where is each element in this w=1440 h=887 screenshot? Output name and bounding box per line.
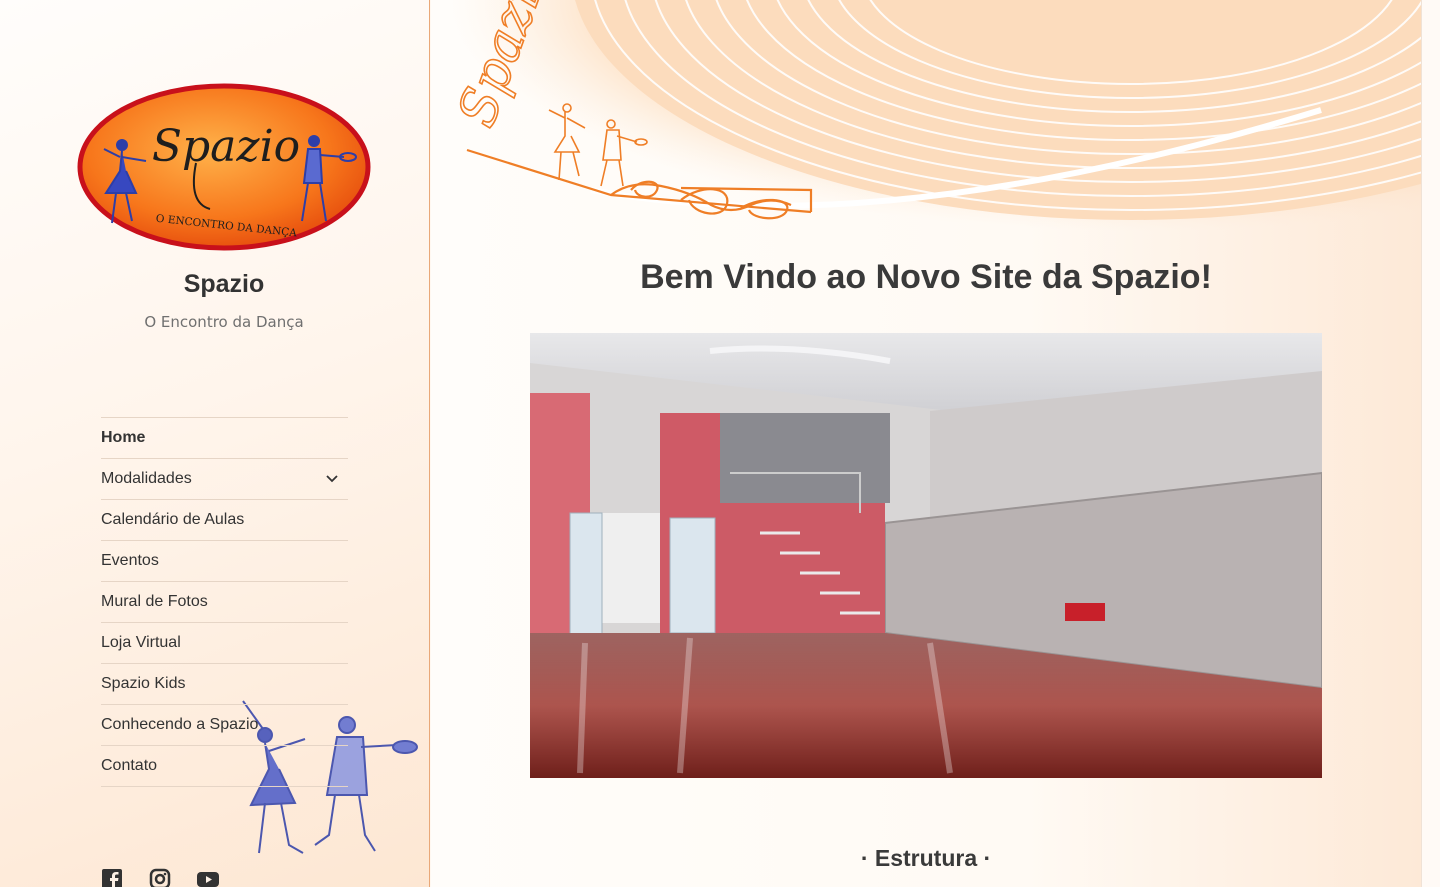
main-navigation: Home Modalidades Calendário de Aulas Eve…	[101, 417, 348, 787]
nav-item-mural-de-fotos[interactable]: Mural de Fotos	[101, 582, 348, 623]
nav-item-modalidades[interactable]: Modalidades	[101, 459, 348, 500]
nav-item-label: Home	[101, 429, 146, 446]
nav-item-label: Contato	[101, 757, 158, 774]
nav-item-calendario[interactable]: Calendário de Aulas	[101, 500, 348, 541]
nav-item-spazio-kids[interactable]: Spazio Kids	[101, 664, 348, 705]
nav-item-contato[interactable]: Contato	[101, 746, 348, 787]
site-logo[interactable]: Spazio O ENCONTRO DA DANÇA	[76, 83, 372, 253]
nav-item-conhecendo[interactable]: Conhecendo a Spazio	[101, 705, 348, 746]
youtube-icon[interactable]	[197, 868, 219, 887]
nav-item-label: Eventos	[101, 552, 159, 569]
page-edge	[1421, 0, 1440, 887]
sidebar: Spazio O ENCONTRO DA DANÇA Spazio O Enco…	[0, 0, 430, 887]
logo-text: Spazio	[152, 121, 300, 172]
nav-item-home[interactable]: Home	[101, 418, 348, 459]
nav-item-label: Spazio Kids	[101, 675, 186, 692]
chevron-down-icon[interactable]	[326, 475, 338, 483]
nav-item-loja-virtual[interactable]: Loja Virtual	[101, 623, 348, 664]
hero-image-dance-studio	[530, 333, 1322, 778]
section-title: · Estrutura ·	[860, 845, 992, 871]
page-title: Bem Vindo ao Novo Site da Spazio!	[640, 258, 1212, 296]
nav-item-label: Mural de Fotos	[101, 593, 208, 610]
instagram-icon[interactable]	[149, 868, 171, 887]
site-description: O Encontro da Dança	[144, 313, 304, 331]
social-links	[101, 868, 219, 887]
page: Spazio O ENCONTRO DA DANÇA Spazio O Enco…	[0, 0, 1440, 887]
nav-item-label: Loja Virtual	[101, 634, 181, 651]
site-title[interactable]: Spazio	[0, 270, 429, 299]
nav-item-label: Modalidades	[101, 470, 192, 487]
nav-item-eventos[interactable]: Eventos	[101, 541, 348, 582]
nav-item-label: Conhecendo a Spazio	[101, 716, 259, 733]
nav-item-label: Calendário de Aulas	[101, 511, 245, 528]
facebook-icon[interactable]	[101, 868, 123, 887]
